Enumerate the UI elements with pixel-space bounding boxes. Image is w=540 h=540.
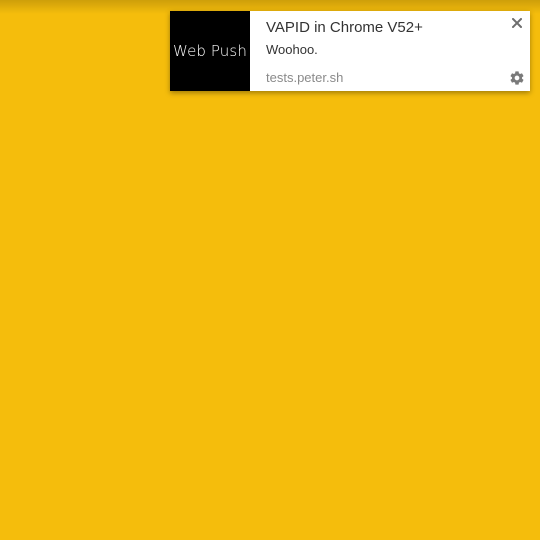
notification-title: VAPID in Chrome V52+	[266, 19, 423, 36]
push-notification[interactable]: Web Push VAPID in Chrome V52+ Woohoo. te…	[170, 11, 530, 91]
notification-body: Woohoo.	[266, 42, 318, 57]
notification-origin: tests.peter.sh	[266, 70, 344, 85]
close-icon	[512, 18, 522, 28]
gear-icon	[510, 71, 524, 85]
notification-icon-label: Web Push	[173, 42, 247, 60]
notification-icon: Web Push	[170, 11, 250, 91]
close-button[interactable]	[510, 16, 524, 30]
settings-button[interactable]	[509, 70, 525, 86]
notification-content: VAPID in Chrome V52+ Woohoo. tests.peter…	[250, 11, 530, 91]
